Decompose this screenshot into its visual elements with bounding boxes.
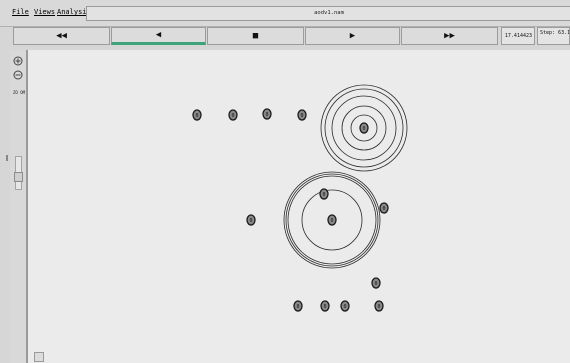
zoom-out-icon[interactable] (13, 70, 23, 80)
zoom-in-icon[interactable] (13, 56, 23, 66)
scroll-corner (34, 352, 44, 362)
node-id-label: 0 (231, 113, 234, 119)
network-node[interactable]: 0 (297, 109, 307, 121)
zoom-out-glyph (13, 70, 23, 80)
time-readout: 17.414423 (501, 27, 535, 45)
node-id-label: 0 (300, 113, 303, 119)
fast-forward-button[interactable]: ▶▶ (401, 27, 498, 45)
window-title: aodv1.nam (86, 6, 570, 21)
node-id-label: 0 (362, 126, 365, 132)
network-node[interactable]: 0 (262, 108, 272, 120)
network-node[interactable]: 0 (246, 214, 256, 226)
network-node[interactable]: 0 (228, 109, 238, 121)
nodes-layer: 0 0 0 0 0 0 0 0 0 0 0 0 0 0 (192, 108, 389, 312)
step-back-button[interactable]: ◀ (111, 27, 206, 45)
node-id-label: 0 (377, 304, 380, 310)
zoom-label: ZO OM (13, 90, 26, 95)
rewind-button[interactable]: ◀◀ (13, 27, 110, 45)
menu-file[interactable]: File (12, 8, 29, 16)
node-id-label: 0 (265, 112, 268, 118)
network-node[interactable]: 0 (340, 300, 350, 312)
topology-drawing: 0 0 0 0 0 0 0 0 0 0 0 0 0 0 (192, 84, 408, 312)
zoom-toolbar: ZO OM (10, 50, 27, 363)
node-id-label: 0 (343, 304, 346, 310)
network-node[interactable]: 0 (293, 300, 303, 312)
menu-bar: File Views Analysis aodv1.nam (0, 0, 570, 27)
menu-views[interactable]: Views (34, 8, 55, 16)
node-id-label: 0 (322, 192, 325, 198)
node-id-label: 0 (330, 218, 333, 224)
network-node[interactable]: 0 (371, 277, 381, 289)
node-id-label: 0 (249, 218, 252, 224)
node-id-label: 0 (323, 304, 326, 310)
step-readout[interactable]: Step: 63.1ms (537, 27, 570, 45)
node-id-label: 0 (382, 206, 385, 212)
window-left-edge (0, 0, 9, 363)
node-id-label: 0 (296, 304, 299, 310)
stop-button[interactable]: ■ (207, 27, 304, 45)
network-node[interactable]: 0 (327, 214, 337, 226)
network-canvas[interactable]: 0 0 0 0 0 0 0 0 0 0 0 0 0 0 (27, 50, 570, 363)
network-node[interactable]: 0 (192, 109, 202, 121)
play-button[interactable]: ▶ (305, 27, 400, 45)
zoom-in-glyph (13, 56, 23, 66)
zoom-slider-thumb[interactable] (14, 172, 23, 182)
network-node[interactable]: 0 (379, 202, 389, 214)
node-id-label: 0 (374, 281, 377, 287)
edge-marker (6, 155, 8, 161)
node-id-label: 0 (195, 113, 198, 119)
playback-controls: ◀◀ ◀ ■ ▶ ▶▶ 17.414423 Step: 63.1ms (0, 27, 570, 47)
network-node[interactable]: 0 (319, 188, 329, 200)
network-node[interactable]: 0 (359, 122, 369, 134)
network-node[interactable]: 0 (374, 300, 384, 312)
network-node[interactable]: 0 (320, 300, 330, 312)
